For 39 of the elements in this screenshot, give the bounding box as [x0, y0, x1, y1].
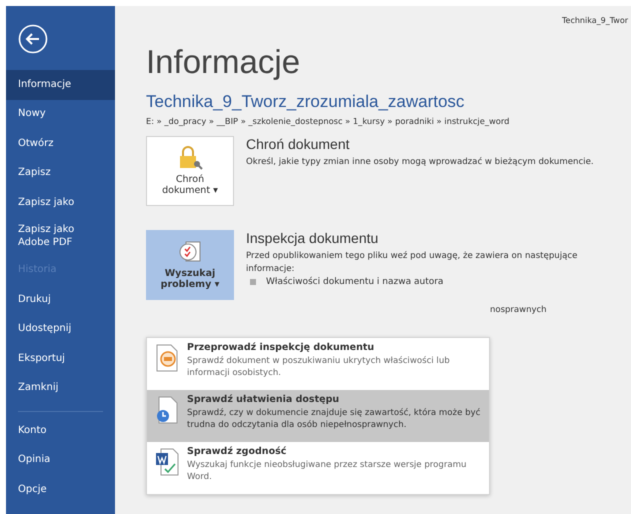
page-heading: Informacje: [146, 42, 302, 82]
menu-item[interactable]: Przeprowadź inspekcję dokumentu Sprawdź dokument w poszukiwaniu ukrytych właściwości lub informacji osobistych.: [147, 338, 489, 390]
bullet-text: Właściwości dokumentu i nazwa autora: [266, 277, 444, 288]
menu-item[interactable]: Sprawdź ułatwienia dostępu Sprawdź, czy w dokumencie znajduje się zawartość, która może być trudna do odczytania dla osób niepełnosprawnych.: [147, 390, 489, 442]
partial-text: nosprawnych: [490, 305, 547, 316]
sidebar-item[interactable]: Nowy: [6, 100, 115, 129]
sidebar-item[interactable]: Udostępnij: [6, 314, 115, 344]
document-inspect-icon: [155, 344, 179, 372]
section-description: Przed opublikowaniem tego pliku weź pod uwagę, że zawiera on następujące informacje:: [246, 250, 578, 276]
sidebar-item[interactable]: Konto: [6, 416, 115, 446]
section-title: Inspekcja dokumentu: [246, 230, 380, 246]
sidebar-item[interactable]: Otwórz: [6, 129, 115, 158]
file-path: E: » _do_pracy » __BIP » _szkolenie_dostepnosc » 1_kursy » poradniki » instrukcje_word: [146, 116, 510, 126]
sidebar-item[interactable]: Zapisz jako: [6, 188, 115, 218]
sidebar-item[interactable]: Informacje: [6, 70, 115, 100]
bullet-icon: [250, 279, 256, 286]
section-title: Chroń dokument: [246, 136, 351, 152]
sidebar-item[interactable]: Zapisz: [6, 158, 115, 188]
sidebar-item[interactable]: Drukuj: [6, 285, 115, 314]
word-check-icon: [155, 448, 179, 476]
sidebar-item[interactable]: Zapisz jako Adobe PDF: [6, 218, 115, 256]
menu-item-title: Sprawdź ułatwienia dostępu: [187, 394, 340, 405]
menu-item-description: Wyszukaj funkcje nieobsługiwane przez starsze wersje programu Word.: [187, 459, 468, 484]
lock-icon: [177, 145, 203, 172]
protect-document-button[interactable]: Chroń dokument ▾: [146, 136, 234, 206]
check-issues-button[interactable]: Wyszukaj problemy ▾: [146, 230, 234, 300]
menu-item[interactable]: Sprawdź zgodność Wyszukaj funkcje nieobsługiwane przez starsze wersje programu Word.: [147, 442, 489, 494]
window-title: Technika_9_Twor: [562, 16, 628, 27]
back-icon[interactable]: [18, 24, 48, 54]
document-name: Technika_9_Tworz_zrozumiala_zawartosc: [146, 92, 466, 112]
section-description: Określ, jakie typy zmian inne osoby mogą wprowadzać w bieżącym dokumencie.: [246, 156, 595, 169]
menu-item-description: Sprawdź, czy w dokumencie znajduje się zawartość, która może być trudna do odczytania dla osób niepełnosprawnych.: [187, 407, 481, 432]
sidebar-item[interactable]: Opcje: [6, 475, 115, 504]
menu-item-title: Przeprowadź inspekcję dokumentu: [187, 342, 376, 353]
menu-item-title: Sprawdź zgodność: [187, 446, 288, 457]
sidebar-item[interactable]: Zamknij: [6, 374, 115, 403]
menu-item-description: Sprawdź dokument w poszukiwaniu ukrytych właściwości lub informacji osobistych.: [187, 355, 451, 380]
sidebar-item[interactable]: Opinia: [6, 446, 115, 475]
sidebar-item[interactable]: Eksportuj: [6, 344, 115, 374]
